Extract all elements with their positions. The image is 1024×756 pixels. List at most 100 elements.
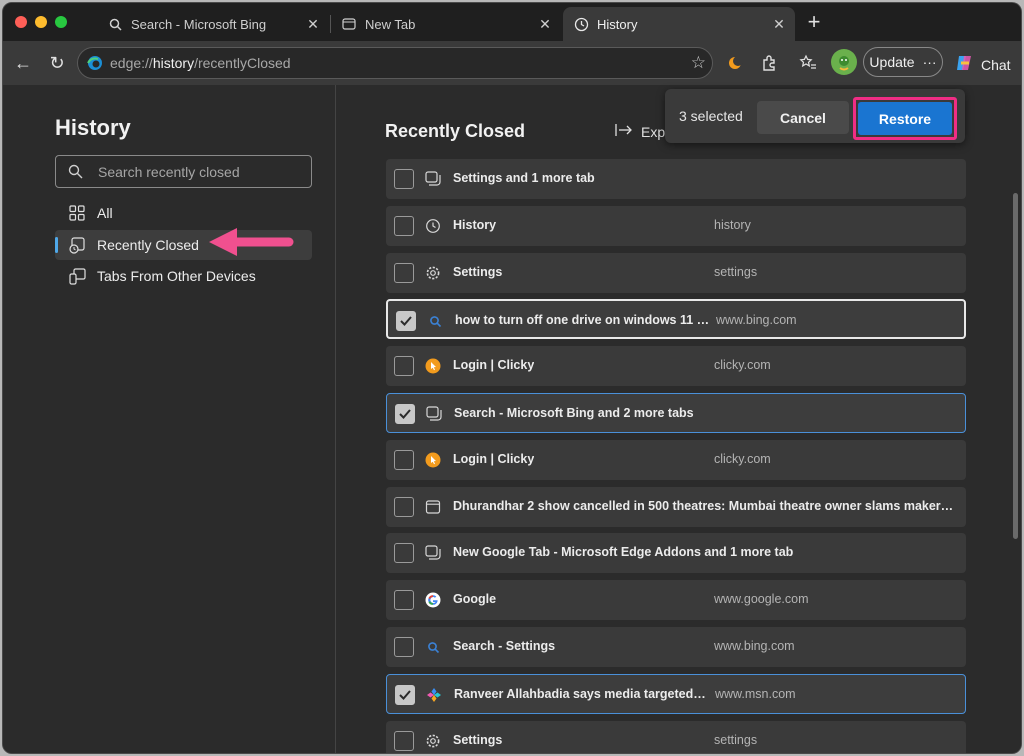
list-item[interactable]: History history (386, 205, 966, 246)
cancel-button[interactable]: Cancel (757, 101, 849, 134)
list-item[interactable]: Settings and 1 more tab (386, 159, 966, 199)
list-item[interactable]: Settings settings (386, 720, 966, 753)
row-title: Search - Settings (453, 639, 556, 653)
row-title: Search - Microsoft Bing and 2 more tabs (454, 406, 694, 420)
extension-moon-icon[interactable] (723, 51, 747, 75)
row-checkbox[interactable] (394, 169, 414, 189)
sidebar-item-other-devices[interactable]: Tabs From Other Devices (55, 261, 312, 291)
search-icon (68, 164, 83, 184)
tab-label: Search - Microsoft Bing (131, 16, 267, 32)
row-url: clicky.com (714, 451, 771, 466)
list-item[interactable]: Dhurandhar 2 show cancelled in 500 theat… (386, 486, 966, 527)
recently-closed-panel: Recently Closed Expo 3 selected Cancel R… (337, 85, 1021, 753)
row-checkbox[interactable] (394, 496, 414, 517)
row-title: Login | Clicky (453, 451, 535, 466)
row-checkbox[interactable] (394, 637, 414, 657)
annotation-arrow-icon (209, 228, 294, 256)
clicky-icon (424, 451, 442, 469)
row-url: www.bing.com (714, 639, 795, 653)
maximize-window-button[interactable] (55, 16, 67, 28)
bing-search-icon (426, 312, 444, 330)
tab-label: New Tab (365, 16, 416, 32)
row-checkbox[interactable] (394, 590, 414, 611)
favorites-list-icon[interactable] (796, 51, 820, 75)
back-arrow-icon[interactable]: ← (11, 51, 35, 75)
row-checkbox[interactable] (394, 730, 414, 751)
row-checkbox[interactable] (394, 215, 414, 236)
minimize-window-button[interactable] (35, 16, 47, 28)
bing-search-icon (424, 638, 442, 656)
row-title: Dhurandhar 2 show cancelled in 500 theat… (453, 498, 958, 513)
row-checkbox[interactable] (396, 311, 416, 332)
favorite-star-icon[interactable]: ☆ (691, 53, 706, 73)
copilot-icon (955, 53, 975, 76)
list-item[interactable]: Search - Settings www.bing.com (386, 627, 966, 667)
row-checkbox[interactable] (395, 404, 415, 424)
row-title: Settings and 1 more tab (453, 171, 595, 185)
row-url: clicky.com (714, 358, 771, 373)
update-button[interactable]: Update ··· (863, 47, 943, 77)
list-item[interactable]: Ranveer Allahbadia says media targeted h… (386, 673, 966, 714)
search-input[interactable] (98, 162, 298, 182)
chat-label: Chat (981, 56, 1011, 73)
tab-new-tab[interactable]: New Tab ✕ (331, 7, 561, 41)
row-checkbox[interactable] (394, 449, 414, 470)
list-item[interactable]: Login | Clicky clicky.com (386, 439, 966, 480)
row-title: New Google Tab - Microsoft Edge Addons a… (453, 545, 794, 560)
copilot-chat-button[interactable]: Chat (955, 53, 1011, 76)
list-item[interactable]: Google www.google.com (386, 580, 966, 621)
devices-icon (67, 266, 87, 286)
list-item[interactable]: Settings settings (386, 252, 966, 293)
address-text: edge://history/recentlyClosed (110, 55, 291, 71)
row-title: History (453, 217, 497, 232)
list-item[interactable]: New Google Tab - Microsoft Edge Addons a… (386, 533, 966, 574)
history-icon (573, 16, 589, 32)
tab-bing-search[interactable]: Search - Microsoft Bing ✕ (97, 7, 329, 41)
bing-search-icon (107, 16, 123, 32)
scrollbar[interactable] (1013, 193, 1018, 539)
extensions-puzzle-icon[interactable] (757, 51, 781, 75)
row-url: settings (714, 732, 758, 747)
row-checkbox[interactable] (394, 262, 414, 283)
list-item[interactable]: Search - Microsoft Bing and 2 more tabs (386, 393, 966, 433)
row-url: www.msn.com (715, 686, 796, 701)
list-item[interactable]: how to turn off one drive on windows 11 … (386, 299, 966, 340)
row-checkbox[interactable] (394, 356, 414, 377)
row-title: Login | Clicky (453, 358, 535, 373)
toolbar: ← ↻ edge://history/recentlyClosed ☆ Upda… (3, 41, 1021, 85)
more-icon: ··· (922, 54, 937, 70)
row-title: Settings (453, 264, 503, 279)
history-page: History All Recently Closed (3, 85, 1021, 753)
tab-group-icon (425, 405, 443, 423)
close-tab-icon[interactable]: ✕ (305, 16, 321, 32)
checkmark-icon (399, 690, 411, 700)
msn-icon (425, 686, 443, 704)
address-bar[interactable]: edge://history/recentlyClosed ☆ (77, 47, 713, 79)
new-tab-icon (341, 16, 357, 32)
sidebar-item-label: Tabs From Other Devices (97, 268, 256, 284)
close-tab-icon[interactable]: ✕ (537, 16, 553, 32)
list-item[interactable]: Login | Clicky clicky.com (386, 346, 966, 387)
checkmark-icon (400, 316, 412, 327)
recently-closed-icon (67, 235, 87, 255)
edge-logo-icon (87, 55, 103, 76)
row-checkbox[interactable] (394, 543, 414, 564)
avatar[interactable] (831, 49, 857, 75)
search-box[interactable] (55, 155, 312, 188)
restore-button[interactable]: Restore (858, 102, 952, 135)
row-checkbox[interactable] (395, 684, 415, 705)
close-window-button[interactable] (15, 16, 27, 28)
sidebar-item-all[interactable]: All (55, 198, 312, 228)
history-icon (424, 217, 442, 235)
close-tab-icon[interactable]: ✕ (771, 16, 787, 32)
row-url: www.google.com (714, 592, 809, 607)
tab-history[interactable]: History ✕ (563, 7, 795, 41)
browser-window: Search - Microsoft Bing ✕ New Tab ✕ Hist… (2, 2, 1022, 754)
new-tab-button[interactable]: + (803, 11, 825, 33)
checkmark-icon (399, 409, 411, 419)
refresh-icon[interactable]: ↻ (45, 51, 69, 75)
sidebar-item-label: All (97, 205, 113, 221)
section-title: Recently Closed (385, 121, 526, 141)
row-title: Ranveer Allahbadia says media targeted h… (454, 686, 709, 701)
selection-bar: 3 selected Cancel Restore (665, 89, 965, 143)
